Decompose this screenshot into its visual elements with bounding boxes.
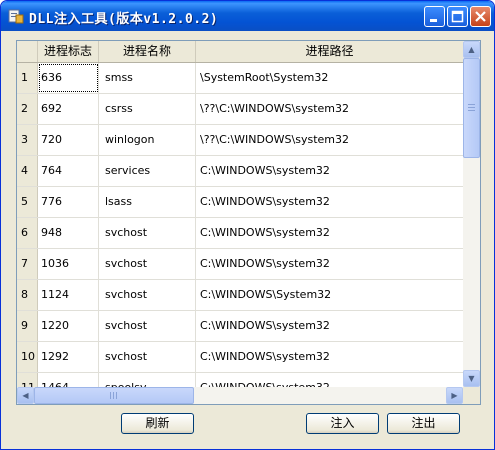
table-row[interactable]: 4 764 services C:\WINDOWS\system32 (17, 156, 463, 187)
maximize-icon (451, 10, 464, 23)
title-bar[interactable]: DLL注入工具(版本v1.2.0.2) (1, 1, 494, 31)
cell-process-name[interactable]: svchost (99, 342, 196, 372)
table-row[interactable]: 2 692 csrss \??\C:\WINDOWS\system32 (17, 94, 463, 125)
refresh-button[interactable]: 刷新 (121, 413, 194, 434)
cell-pid[interactable]: 764 (38, 156, 99, 186)
cell-pid[interactable]: 692 (38, 94, 99, 124)
cell-process-name[interactable]: services (99, 156, 196, 186)
window-title: DLL注入工具(版本v1.2.0.2) (29, 12, 219, 27)
eject-button[interactable]: 注出 (387, 413, 460, 434)
cell-process-name[interactable]: lsass (99, 187, 196, 217)
table-row[interactable]: 10 1292 svchost C:\WINDOWS\system32 (17, 342, 463, 373)
table-row[interactable]: 6 948 svchost C:\WINDOWS\system32 (17, 218, 463, 249)
process-table[interactable]: 进程标志 进程名称 进程路径 1 636 smss \SystemRoot\Syste… (16, 40, 481, 405)
cell-pid[interactable]: 776 (38, 187, 99, 217)
row-number[interactable]: 5 (17, 187, 38, 217)
cell-process-name[interactable]: svchost (99, 218, 196, 248)
table-header: 进程标志 进程名称 进程路径 (17, 41, 463, 63)
cell-process-path[interactable]: C:\WINDOWS\system32 (196, 342, 463, 372)
horizontal-scrollbar[interactable]: ◀ ▶ (17, 387, 463, 404)
minimize-button[interactable] (424, 6, 445, 27)
table-row[interactable]: 7 1036 svchost C:\WINDOWS\system32 (17, 249, 463, 280)
cell-process-path[interactable]: \??\C:\WINDOWS\system32 (196, 125, 463, 155)
inject-button[interactable]: 注入 (306, 413, 379, 434)
table-row[interactable]: 5 776 lsass C:\WINDOWS\system32 (17, 187, 463, 218)
row-number[interactable]: 3 (17, 125, 38, 155)
row-number[interactable]: 9 (17, 311, 38, 341)
row-number[interactable]: 8 (17, 280, 38, 310)
cell-process-path[interactable]: C:\WINDOWS\system32 (196, 249, 463, 279)
scroll-right-button[interactable]: ▶ (446, 387, 463, 404)
table-row[interactable]: 3 720 winlogon \??\C:\WINDOWS\system32 (17, 125, 463, 156)
cell-pid[interactable]: 720 (38, 125, 99, 155)
minimize-icon (430, 19, 437, 22)
row-number[interactable]: 1 (17, 63, 38, 93)
table-row[interactable]: 1 636 smss \SystemRoot\System32 (17, 63, 463, 94)
header-corner (17, 41, 38, 62)
horizontal-scroll-thumb[interactable] (34, 387, 194, 404)
row-number[interactable]: 10 (17, 342, 38, 372)
table-row[interactable]: 8 1124 svchost C:\WINDOWS\System32 (17, 280, 463, 311)
cell-pid[interactable]: 948 (38, 218, 99, 248)
vertical-scrollbar[interactable]: ▲ ▼ (463, 41, 480, 387)
cell-process-name[interactable]: csrss (99, 94, 196, 124)
column-header-path[interactable]: 进程路径 (196, 41, 463, 62)
cell-process-path[interactable]: C:\WINDOWS\system32 (196, 218, 463, 248)
row-number[interactable]: 6 (17, 218, 38, 248)
cell-process-name[interactable]: svchost (99, 311, 196, 341)
scroll-left-button[interactable]: ◀ (17, 387, 34, 404)
cell-process-name[interactable]: svchost (99, 280, 196, 310)
cell-process-name[interactable]: winlogon (99, 125, 196, 155)
close-icon (475, 11, 486, 22)
cell-process-path[interactable]: C:\WINDOWS\system32 (196, 187, 463, 217)
row-number[interactable]: 2 (17, 94, 38, 124)
app-window: DLL注入工具(版本v1.2.0.2) 进程标志 进程名称 进程路径 1 636 s… (0, 0, 495, 450)
cell-pid[interactable]: 1036 (38, 249, 99, 279)
scroll-up-button[interactable]: ▲ (463, 41, 480, 58)
scroll-down-button[interactable]: ▼ (463, 370, 480, 387)
vertical-scroll-thumb[interactable] (463, 58, 480, 158)
cell-process-path[interactable]: C:\WINDOWS\System32 (196, 280, 463, 310)
cell-process-path[interactable]: C:\WINDOWS\system32 (196, 311, 463, 341)
maximize-button[interactable] (447, 6, 468, 27)
row-number[interactable]: 4 (17, 156, 38, 186)
cell-pid[interactable]: 1292 (38, 342, 99, 372)
cell-process-name[interactable]: smss (99, 63, 196, 93)
cell-process-path[interactable]: C:\WINDOWS\system32 (196, 156, 463, 186)
column-header-name[interactable]: 进程名称 (99, 41, 196, 62)
cell-process-path[interactable]: \??\C:\WINDOWS\system32 (196, 94, 463, 124)
cell-process-name[interactable]: svchost (99, 249, 196, 279)
row-number[interactable]: 7 (17, 249, 38, 279)
client-area: 进程标志 进程名称 进程路径 1 636 smss \SystemRoot\Syste… (4, 31, 491, 448)
cell-pid[interactable]: 1220 (38, 311, 99, 341)
close-button[interactable] (470, 6, 491, 27)
app-icon (8, 9, 24, 24)
cell-process-path[interactable]: \SystemRoot\System32 (196, 63, 463, 93)
cell-pid[interactable]: 636 (38, 63, 99, 93)
column-header-pid[interactable]: 进程标志 (38, 41, 99, 62)
table-row[interactable]: 9 1220 svchost C:\WINDOWS\system32 (17, 311, 463, 342)
table-body: 1 636 smss \SystemRoot\System32 2 692 csrss \??… (17, 63, 463, 404)
scroll-corner (463, 387, 480, 404)
cell-pid[interactable]: 1124 (38, 280, 99, 310)
